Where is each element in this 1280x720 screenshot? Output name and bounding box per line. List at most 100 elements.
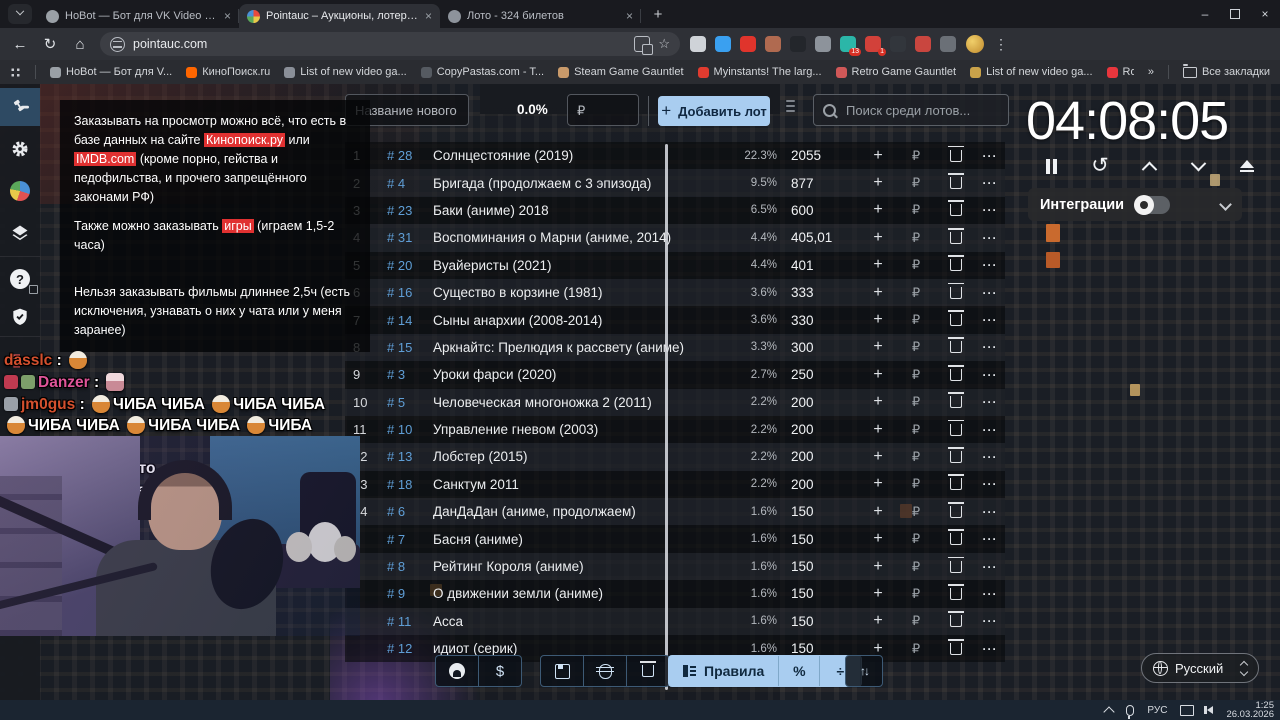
lot-delete-button[interactable] [937,638,975,655]
bookmark-item[interactable]: Rotten Tomatoes: M... [1106,66,1134,78]
lot-delete-button[interactable] [937,446,975,463]
lot-amount-input[interactable]: 300 [777,340,861,355]
lots-scrollbar[interactable] [665,144,668,690]
lot-title-input[interactable]: Солнцестояние (2019) [433,148,723,163]
extension-icon[interactable] [690,36,706,52]
lot-title-input[interactable]: Аркнайтс: Прелюдия к рассвету (аниме) [433,340,723,355]
profile-avatar[interactable] [966,35,984,53]
extension-icon[interactable] [740,36,756,52]
lot-delete-button[interactable] [937,556,975,573]
extension-icon[interactable] [940,36,956,52]
lot-amount-input[interactable]: 150 [777,532,861,547]
new-tab-button[interactable]: + [647,3,669,25]
lot-amount-input[interactable]: 250 [777,367,861,382]
lot-menu-button[interactable]: ··· [975,149,1005,163]
timer-decrease-button[interactable] [1187,155,1209,176]
timer-restart-button[interactable]: ↺ [1089,155,1111,176]
lot-currency-input[interactable]: ₽ [895,312,937,328]
bookmark-item[interactable]: List of new video ga... [284,66,407,78]
integrations-toggle[interactable] [1134,194,1171,215]
lot-add-button[interactable]: + [861,448,895,466]
lot-add-button[interactable]: + [861,229,895,247]
sidebar-item-shield[interactable] [0,298,40,336]
save-button[interactable] [541,656,584,686]
lot-currency-input[interactable]: ₽ [895,202,937,218]
lot-delete-button[interactable] [937,145,975,162]
lot-title-input[interactable]: Санктум 2011 [433,477,723,492]
lot-delete-button[interactable] [937,474,975,491]
lot-currency-input[interactable]: ₽ [895,586,937,602]
github-button[interactable] [436,656,479,686]
lot-title-input[interactable]: Сыны анархии (2008-2014) [433,313,723,328]
lot-title-input[interactable]: Бригада (продолжаем с 3 эпизода) [433,176,723,191]
lot-delete-button[interactable] [937,529,975,546]
sidebar-item-settings[interactable] [0,130,40,168]
lot-title-input[interactable]: Баки (аниме) 2018 [433,203,723,218]
add-lot-button[interactable]: + Добавить лот [658,96,770,126]
lot-menu-button[interactable]: ··· [975,395,1005,409]
lot-delete-button[interactable] [937,173,975,190]
lot-add-button[interactable]: + [861,256,895,274]
reload-button[interactable]: ↻ [40,35,60,53]
extension-icon[interactable] [715,36,731,52]
sidebar-item-help[interactable]: ? [0,260,40,298]
speaker-icon[interactable] [1204,706,1214,714]
lot-currency-input[interactable]: ₽ [895,422,937,438]
bookmarks-overflow-button[interactable]: » [1148,66,1154,78]
lot-menu-button[interactable]: ··· [975,313,1005,327]
lot-amount-input[interactable]: 200 [777,395,861,410]
window-maximize-button[interactable] [1220,0,1250,28]
clear-lots-button[interactable] [627,656,669,686]
tray-expand-icon[interactable] [1103,705,1116,718]
lot-delete-button[interactable] [937,611,975,628]
lot-add-button[interactable]: + [861,174,895,192]
lot-add-button[interactable]: + [861,558,895,576]
lot-add-button[interactable]: + [861,612,895,630]
lot-amount-input[interactable]: 150 [777,559,861,574]
lot-amount-input[interactable]: 405,01 [777,230,861,245]
lot-currency-input[interactable]: ₽ [895,230,937,246]
lot-currency-input[interactable]: ₽ [895,559,937,575]
lot-amount-input[interactable]: 401 [777,258,861,273]
browser-tab[interactable]: HoBot — Бот для VK Video Live × [38,4,239,28]
lot-add-button[interactable]: + [861,421,895,439]
lot-add-button[interactable]: + [861,475,895,493]
sidebar-item-layers[interactable] [0,214,40,252]
address-bar[interactable]: pointauc.com ☆ [100,32,680,56]
timer-pause-button[interactable] [1040,156,1062,176]
lot-title-input[interactable]: Существо в корзине (1981) [433,285,723,300]
panel-resize-handle[interactable] [786,100,795,112]
lot-title-input[interactable]: Уроки фарси (2020) [433,367,723,382]
lot-delete-button[interactable] [937,583,975,600]
lot-delete-button[interactable] [937,255,975,272]
lot-title-input[interactable]: идиот (серик) [433,641,723,656]
lot-menu-button[interactable]: ··· [975,258,1005,272]
tab-close-button[interactable]: × [626,9,633,23]
lot-delete-button[interactable] [937,419,975,436]
bookmark-item[interactable]: HoBot — Бот для V... [50,66,172,78]
lot-menu-button[interactable]: ··· [975,203,1005,217]
lot-add-button[interactable]: + [861,147,895,165]
lot-currency-input[interactable]: ₽ [895,641,937,657]
browser-menu-button[interactable]: ⋮ [994,36,1008,53]
lot-currency-input[interactable]: ₽ [895,367,937,383]
lot-amount-input[interactable]: 333 [777,285,861,300]
lot-amount-input[interactable]: 150 [777,641,861,656]
chevron-down-icon[interactable] [1219,198,1232,211]
lot-currency-input[interactable]: ₽ [895,148,937,164]
bookmark-star-icon[interactable]: ☆ [658,36,670,52]
bookmark-item[interactable]: Myinstants! The larg... [697,66,822,78]
extension-icon[interactable] [815,36,831,52]
back-button[interactable]: ← [10,36,30,53]
lot-add-button[interactable]: + [861,284,895,302]
bug-report-button[interactable] [584,656,627,686]
lot-currency-input[interactable]: ₽ [895,175,937,191]
bookmark-item[interactable]: CopyPastas.com - T... [420,66,544,78]
language-selector[interactable]: Русский [1141,653,1259,683]
lot-amount-input[interactable]: 877 [777,176,861,191]
extension-icon[interactable] [915,36,931,52]
lot-amount-input[interactable]: 200 [777,422,861,437]
extension-icon[interactable]: 1 [865,36,886,56]
lot-amount-input[interactable]: 330 [777,313,861,328]
display-icon[interactable] [1180,704,1195,716]
